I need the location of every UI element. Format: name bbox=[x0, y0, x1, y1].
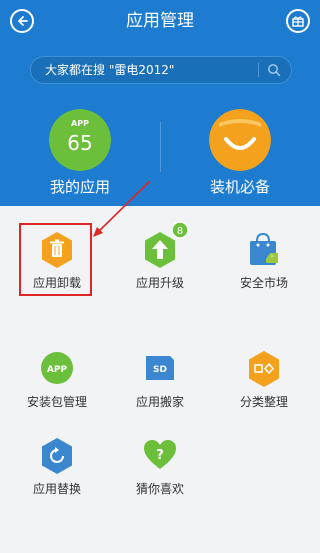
my-apps-icon: APP 65 bbox=[49, 109, 111, 171]
sd-card-icon: SD bbox=[146, 356, 174, 380]
upgrade-app-item[interactable]: 8 应用升级 bbox=[110, 206, 210, 301]
search-icon[interactable] bbox=[267, 63, 281, 77]
annotation-highlight-box bbox=[19, 223, 92, 296]
update-count-badge: 8 bbox=[171, 221, 189, 239]
upgrade-app-label: 应用升级 bbox=[135, 276, 184, 290]
smile-icon bbox=[209, 109, 271, 171]
search-input[interactable]: 大家都在搜 "雷电2012" bbox=[45, 62, 174, 78]
guess-you-like-item[interactable]: ? 猜你喜欢 bbox=[110, 412, 210, 507]
search-bar[interactable]: 大家都在搜 "雷电2012" bbox=[30, 56, 292, 84]
top-divider bbox=[160, 122, 161, 172]
app-badge-text: APP bbox=[71, 119, 89, 128]
package-badge-text: APP bbox=[47, 365, 68, 375]
replace-app-label: 应用替换 bbox=[32, 482, 81, 496]
essentials-label: 装机必备 bbox=[209, 178, 270, 196]
category-sort-label: 分类整理 bbox=[239, 395, 288, 409]
package-manager-item[interactable]: APP 安装包管理 bbox=[7, 325, 107, 420]
header: 应用管理 大家都在搜 "雷电2012" APP 65 我的应用 装机必备 bbox=[0, 0, 320, 206]
move-app-label: 应用搬家 bbox=[135, 395, 184, 409]
search-divider bbox=[258, 63, 259, 77]
move-app-item[interactable]: SD 应用搬家 bbox=[110, 325, 210, 420]
category-shapes-icon bbox=[249, 351, 279, 387]
package-manager-label: 安装包管理 bbox=[26, 395, 87, 409]
svg-text:?: ? bbox=[156, 448, 164, 463]
app-package-icon: APP bbox=[41, 352, 73, 384]
shopping-bag-android-icon bbox=[250, 232, 278, 265]
heart-question-icon: ? bbox=[144, 440, 176, 469]
sd-badge-text: SD bbox=[153, 365, 167, 375]
guess-you-like-label: 猜你喜欢 bbox=[135, 482, 184, 496]
gift-icon bbox=[292, 16, 304, 27]
refresh-icon bbox=[42, 438, 72, 474]
page-title: 应用管理 bbox=[126, 11, 194, 31]
my-apps-count: 65 bbox=[67, 131, 92, 155]
gift-button[interactable] bbox=[286, 9, 310, 33]
replace-app-item[interactable]: 应用替换 bbox=[7, 412, 107, 507]
security-market-label: 安全市场 bbox=[239, 276, 288, 290]
security-market-item[interactable]: 安全市场 bbox=[214, 206, 314, 301]
category-sort-item[interactable]: 分类整理 bbox=[214, 325, 314, 420]
my-apps-label: 我的应用 bbox=[49, 178, 110, 196]
update-count: 8 bbox=[177, 226, 183, 237]
